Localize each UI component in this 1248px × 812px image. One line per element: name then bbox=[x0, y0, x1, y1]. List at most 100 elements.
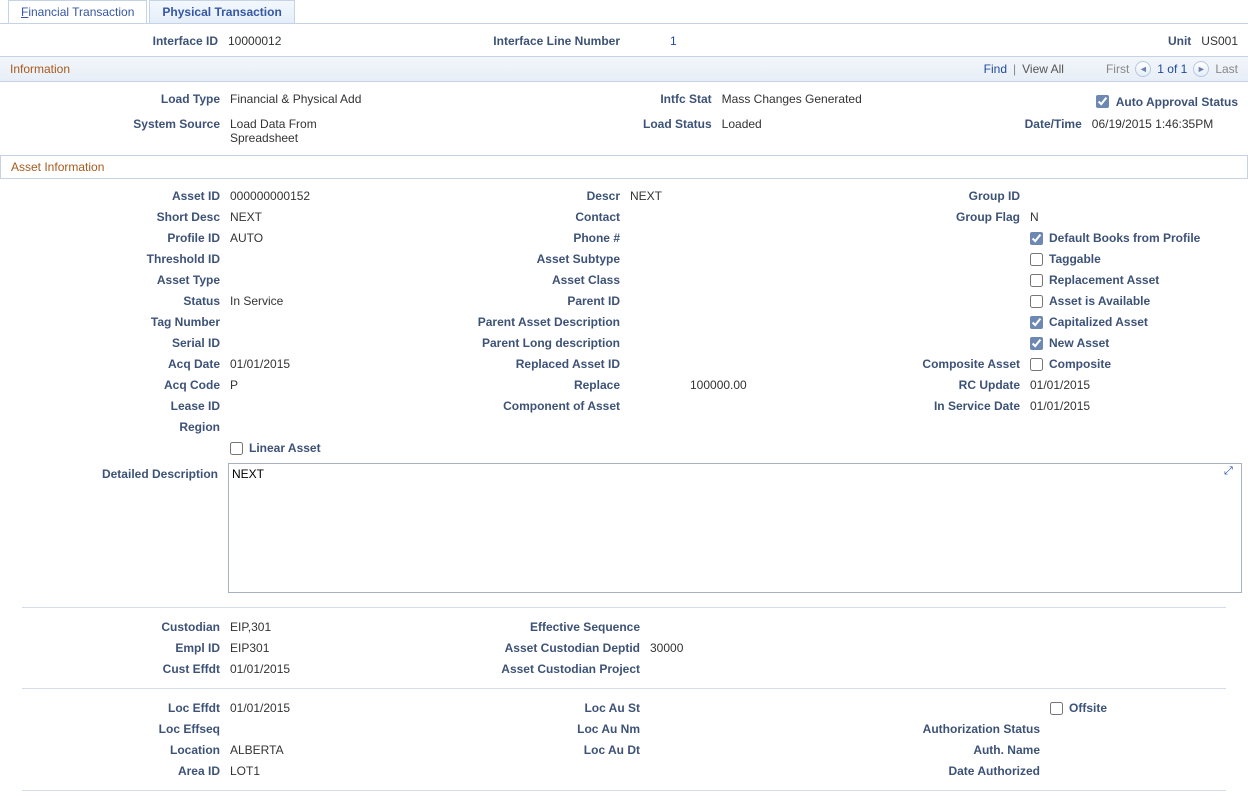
system-source-value: Load Data From Spreadsheet bbox=[230, 117, 382, 145]
prev-icon[interactable]: ◄ bbox=[1135, 61, 1151, 77]
effective-sequence-label: Effective Sequence bbox=[450, 620, 650, 634]
acq-code-label: Acq Code bbox=[10, 378, 230, 392]
serial-id-label: Serial ID bbox=[10, 336, 230, 350]
profile-id-value: AUTO bbox=[230, 231, 430, 245]
auth-name-label: Auth. Name bbox=[870, 743, 1050, 757]
default-books-label: Default Books from Profile bbox=[1049, 231, 1200, 245]
acq-code-value: P bbox=[230, 378, 430, 392]
rc-update-value: 01/01/2015 bbox=[1030, 378, 1230, 392]
custodian-grid: Custodian EIP,301 Effective Sequence Emp… bbox=[0, 614, 1248, 682]
composite-checkbox[interactable] bbox=[1030, 358, 1043, 371]
lease-id-label: Lease ID bbox=[10, 399, 230, 413]
empl-id-label: Empl ID bbox=[10, 641, 230, 655]
datetime-label: Date/Time bbox=[862, 117, 1092, 145]
default-books-checkbox[interactable] bbox=[1030, 232, 1043, 245]
parent-long-desc-label: Parent Long description bbox=[430, 336, 630, 350]
descr-label: Descr bbox=[430, 189, 630, 203]
new-asset-checkbox[interactable] bbox=[1030, 337, 1043, 350]
custodian-value: EIP,301 bbox=[230, 620, 450, 634]
linear-asset-label: Linear Asset bbox=[249, 441, 321, 455]
tab-physical-transaction[interactable]: Physical Transaction bbox=[149, 0, 294, 23]
asset-grid: Asset ID 000000000152 Descr NEXT Group I… bbox=[10, 189, 1238, 455]
phone-label: Phone # bbox=[430, 231, 630, 245]
in-service-date-value: 01/01/2015 bbox=[1030, 399, 1230, 413]
interface-id-value: 10000012 bbox=[228, 34, 281, 48]
location-grid: Loc Effdt 01/01/2015 Loc Au St Offsite L… bbox=[0, 695, 1248, 784]
asset-cust-deptid-label: Asset Custodian Deptid bbox=[450, 641, 650, 655]
parent-id-label: Parent ID bbox=[430, 294, 630, 308]
custodian-label: Custodian bbox=[10, 620, 230, 634]
offsite-label: Offsite bbox=[1069, 701, 1107, 715]
threshold-id-label: Threshold ID bbox=[10, 252, 230, 266]
capitalized-asset-checkbox[interactable] bbox=[1030, 316, 1043, 329]
profile-id-label: Profile ID bbox=[10, 231, 230, 245]
loc-effdt-label: Loc Effdt bbox=[10, 701, 230, 715]
asset-id-label: Asset ID bbox=[10, 189, 230, 203]
offsite-checkbox[interactable] bbox=[1050, 702, 1063, 715]
load-status-value: Loaded bbox=[722, 117, 862, 145]
replace-label: Replace bbox=[430, 378, 630, 392]
taggable-checkbox[interactable] bbox=[1030, 253, 1043, 266]
group-flag-label: Group Flag bbox=[850, 210, 1030, 224]
loc-effdt-value: 01/01/2015 bbox=[230, 701, 450, 715]
load-type-value: Financial & Physical Add bbox=[230, 92, 382, 111]
date-authorized-label: Date Authorized bbox=[870, 764, 1050, 778]
replacement-asset-checkbox[interactable] bbox=[1030, 274, 1043, 287]
short-desc-value: NEXT bbox=[230, 210, 430, 224]
tab-strip: Financial Transaction Physical Transacti… bbox=[0, 0, 1248, 24]
component-of-asset-label: Component of Asset bbox=[430, 399, 630, 413]
information-section-header: Information Find | View All First ◄ 1 of… bbox=[0, 56, 1248, 82]
loc-au-dt-label: Loc Au Dt bbox=[450, 743, 650, 757]
descr-value: NEXT bbox=[630, 189, 850, 203]
asset-class-label: Asset Class bbox=[430, 273, 630, 287]
composite-asset-label: Composite Asset bbox=[850, 357, 1030, 371]
location-label: Location bbox=[10, 743, 230, 757]
rc-update-label: RC Update bbox=[850, 378, 1030, 392]
short-desc-label: Short Desc bbox=[10, 210, 230, 224]
tab-financial-transaction[interactable]: Financial Transaction bbox=[8, 0, 147, 23]
composite-label: Composite bbox=[1049, 357, 1111, 371]
replaced-asset-id-label: Replaced Asset ID bbox=[430, 357, 630, 371]
auth-status-label: Authorization Status bbox=[870, 722, 1050, 736]
information-section-title: Information bbox=[10, 62, 70, 76]
expand-icon[interactable]: ⤢ bbox=[1224, 465, 1238, 479]
unit-label: Unit bbox=[1011, 34, 1201, 48]
interface-line-value: 1 bbox=[630, 34, 677, 48]
replace-value: 100000.00 bbox=[630, 378, 850, 392]
loc-au-nm-label: Loc Au Nm bbox=[450, 722, 650, 736]
asset-cust-project-label: Asset Custodian Project bbox=[450, 662, 650, 676]
tag-number-label: Tag Number bbox=[10, 315, 230, 329]
position-text: 1 of 1 bbox=[1157, 62, 1187, 76]
header-row: Interface ID 10000012 Interface Line Num… bbox=[0, 24, 1248, 56]
in-service-date-label: In Service Date bbox=[850, 399, 1030, 413]
capitalized-asset-label: Capitalized Asset bbox=[1049, 315, 1148, 329]
replacement-asset-label: Replacement Asset bbox=[1049, 273, 1159, 287]
cust-effdt-label: Cust Effdt bbox=[10, 662, 230, 676]
load-type-label: Load Type bbox=[10, 92, 230, 111]
intfc-stat-label: Intfc Stat bbox=[382, 92, 722, 111]
auto-approval-label: Auto Approval Status bbox=[1116, 95, 1238, 109]
loc-au-st-label: Loc Au St bbox=[450, 701, 650, 715]
auto-approval-checkbox[interactable] bbox=[1096, 95, 1109, 108]
acq-date-value: 01/01/2015 bbox=[230, 357, 430, 371]
area-id-label: Area ID bbox=[10, 764, 230, 778]
find-link[interactable]: Find bbox=[984, 62, 1007, 76]
asset-cust-deptid-value: 30000 bbox=[650, 641, 870, 655]
region-label: Region bbox=[10, 420, 230, 434]
interface-id-label: Interface ID bbox=[10, 34, 228, 48]
loc-effseq-label: Loc Effseq bbox=[10, 722, 230, 736]
detailed-description-textarea[interactable] bbox=[228, 463, 1242, 593]
location-value: ALBERTA bbox=[230, 743, 450, 757]
linear-asset-checkbox[interactable] bbox=[230, 442, 243, 455]
interface-line-label: Interface Line Number bbox=[440, 34, 630, 48]
system-source-label: System Source bbox=[10, 117, 230, 145]
last-text: Last bbox=[1215, 62, 1238, 76]
new-asset-label: New Asset bbox=[1049, 336, 1109, 350]
next-icon[interactable]: ► bbox=[1193, 61, 1209, 77]
contact-label: Contact bbox=[430, 210, 630, 224]
intfc-stat-value: Mass Changes Generated bbox=[722, 92, 862, 111]
asset-available-checkbox[interactable] bbox=[1030, 295, 1043, 308]
area-id-value: LOT1 bbox=[230, 764, 450, 778]
taggable-label: Taggable bbox=[1049, 252, 1101, 266]
view-all-text: View All bbox=[1022, 62, 1064, 76]
